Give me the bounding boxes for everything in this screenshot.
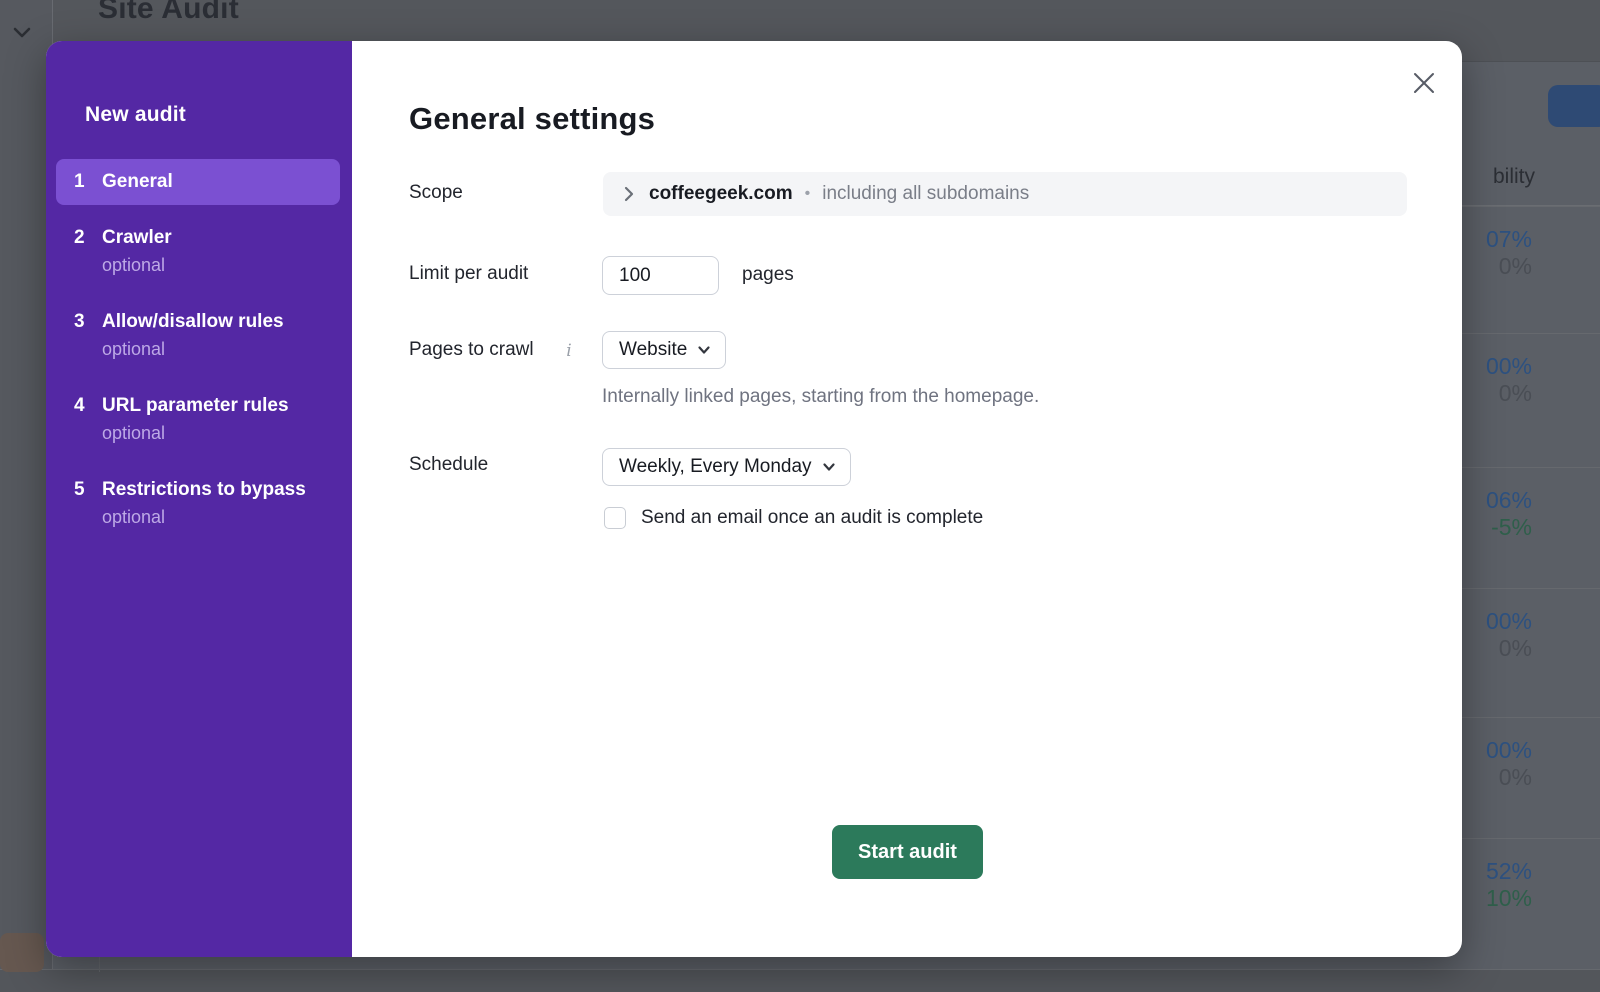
schedule-value: Weekly, Every Monday [619, 456, 812, 478]
chevron-right-icon [621, 186, 637, 202]
step-label: URL parameter rules [102, 394, 326, 418]
email-checkbox[interactable] [604, 507, 626, 529]
limit-unit-label: pages [742, 264, 794, 286]
info-icon[interactable]: i [562, 341, 576, 359]
start-audit-button[interactable]: Start audit [832, 825, 983, 879]
email-checkbox-row[interactable]: Send an email once an audit is complete [604, 507, 983, 529]
step-optional-tag: optional [102, 420, 326, 446]
step-number: 5 [74, 478, 102, 502]
background-page-title: Site Audit [98, 0, 239, 26]
wizard-step-crawler[interactable]: 2 Crawler optional [56, 215, 340, 289]
step-optional-tag: optional [102, 336, 326, 362]
wizard-title: New audit [85, 103, 186, 127]
wizard-sidebar: New audit 1 General 2 Crawler optional 3… [46, 41, 352, 957]
new-audit-settings-modal: New audit 1 General 2 Crawler optional 3… [46, 41, 1462, 957]
wizard-step-url-parameter-rules[interactable]: 4 URL parameter rules optional [56, 383, 340, 457]
bullet-separator: • [805, 185, 811, 203]
pages-to-crawl-value: Website [619, 339, 687, 361]
step-label: Crawler [102, 226, 326, 250]
scope-subdomains-note: including all subdomains [822, 183, 1029, 205]
schedule-dropdown[interactable]: Weekly, Every Monday [602, 448, 851, 486]
close-icon[interactable] [1408, 67, 1440, 99]
step-number: 1 [74, 170, 102, 194]
divider [1462, 467, 1600, 468]
background-column-header-partial: bility [1462, 165, 1600, 189]
divider [1462, 206, 1600, 207]
wizard-steps: 1 General 2 Crawler optional 3 Allow/dis… [56, 159, 340, 551]
step-label: Allow/disallow rules [102, 310, 326, 334]
background-chip-fragment [0, 933, 44, 972]
chevron-down-icon [697, 343, 711, 357]
background-primary-button-fragment [1548, 85, 1600, 127]
step-number: 3 [74, 310, 102, 334]
step-optional-tag: optional [102, 504, 326, 530]
scope-label: Scope [409, 182, 463, 204]
step-optional-tag: optional [102, 252, 326, 278]
wizard-step-allow-disallow-rules[interactable]: 3 Allow/disallow rules optional [56, 299, 340, 373]
scope-value-box[interactable]: coffeegeek.com • including all subdomain… [603, 172, 1407, 216]
email-checkbox-label: Send an email once an audit is complete [641, 507, 983, 529]
limit-input[interactable] [602, 256, 719, 295]
pages-to-crawl-dropdown[interactable]: Website [602, 331, 726, 369]
divider [1462, 838, 1600, 839]
schedule-label: Schedule [409, 454, 488, 476]
scope-domain: coffeegeek.com [649, 183, 793, 205]
step-label: Restrictions to bypass [102, 478, 326, 502]
wizard-step-general[interactable]: 1 General [56, 159, 340, 205]
wizard-step-restrictions-to-bypass[interactable]: 5 Restrictions to bypass optional [56, 467, 340, 541]
divider [1462, 333, 1600, 334]
divider [1462, 717, 1600, 718]
page-title: General settings [409, 101, 655, 137]
limit-label: Limit per audit [409, 263, 528, 285]
step-number: 2 [74, 226, 102, 250]
general-settings-panel: General settings Scope coffeegeek.com • … [352, 41, 1462, 957]
chevron-down-icon[interactable] [8, 20, 36, 44]
pages-to-crawl-helper: Internally linked pages, starting from t… [602, 386, 1039, 408]
step-number: 4 [74, 394, 102, 418]
pages-to-crawl-label: Pages to crawl [409, 339, 534, 361]
step-label: General [102, 170, 326, 194]
background-footer-band [0, 969, 1600, 992]
divider [1462, 588, 1600, 589]
chevron-down-icon [822, 460, 836, 474]
